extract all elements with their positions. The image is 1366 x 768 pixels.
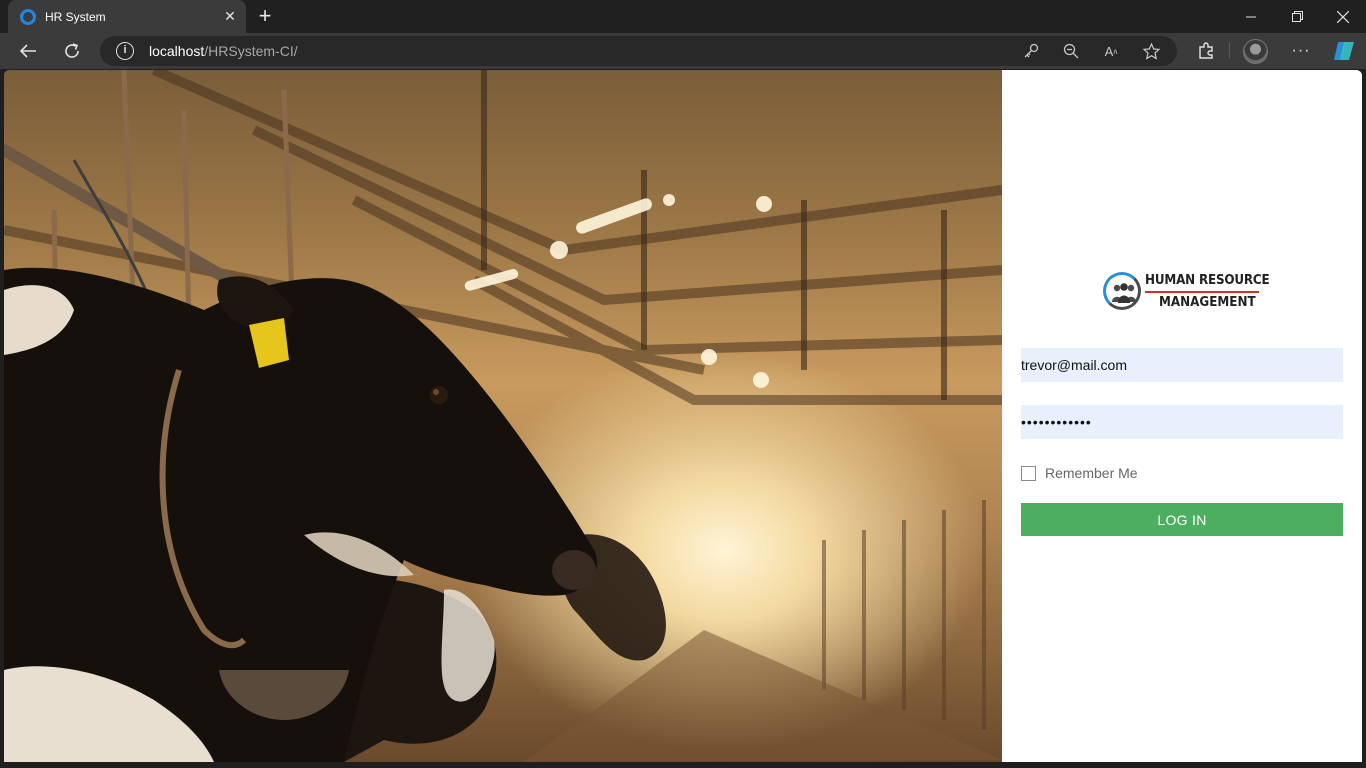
password-field[interactable]: •••••••••••• bbox=[1021, 405, 1343, 439]
page-viewport: HUMAN RESOURCE MANAGEMENT trevor@mail.co… bbox=[4, 70, 1362, 762]
url-host: localhost bbox=[149, 43, 205, 59]
browser-titlebar: HR System ✕ + bbox=[0, 0, 1366, 33]
remember-me-checkbox[interactable] bbox=[1021, 465, 1036, 481]
more-options-icon[interactable]: ··· bbox=[1286, 37, 1316, 65]
site-info-icon[interactable]: i bbox=[116, 42, 134, 60]
browser-toolbar: i localhost/HRSystem-CI/ Aʌ ··· bbox=[0, 33, 1366, 69]
tab-close-icon[interactable]: ✕ bbox=[222, 8, 238, 24]
favorite-star-icon[interactable] bbox=[1141, 41, 1161, 61]
remember-me-label[interactable]: Remember Me bbox=[1045, 465, 1138, 481]
toolbar-separator bbox=[1229, 43, 1230, 59]
login-panel: HUMAN RESOURCE MANAGEMENT trevor@mail.co… bbox=[1002, 70, 1362, 762]
read-aloud-icon[interactable]: Aʌ bbox=[1101, 41, 1121, 61]
edge-favicon-icon bbox=[20, 8, 36, 25]
extensions-icon[interactable] bbox=[1191, 37, 1221, 65]
password-value: •••••••••••• bbox=[1021, 414, 1092, 430]
url-text[interactable]: localhost/HRSystem-CI/ bbox=[149, 43, 298, 59]
barn-cow-photo bbox=[4, 70, 1002, 762]
email-value: trevor@mail.com bbox=[1021, 357, 1128, 373]
browser-tab[interactable]: HR System ✕ bbox=[8, 0, 246, 33]
copilot-icon[interactable] bbox=[1329, 37, 1359, 65]
back-icon[interactable] bbox=[13, 37, 43, 65]
email-field[interactable]: trevor@mail.com bbox=[1021, 348, 1343, 382]
people-group-icon bbox=[1112, 283, 1136, 303]
close-window-icon[interactable] bbox=[1320, 0, 1366, 33]
new-tab-icon[interactable]: + bbox=[253, 5, 277, 27]
remember-me[interactable]: Remember Me bbox=[1021, 465, 1138, 481]
tab-title: HR System bbox=[45, 9, 106, 24]
hr-logo: HUMAN RESOURCE MANAGEMENT bbox=[1103, 270, 1270, 312]
logo-title-line2: MANAGEMENT bbox=[1159, 295, 1256, 310]
login-button[interactable]: LOG IN bbox=[1021, 503, 1343, 536]
profile-avatar[interactable] bbox=[1243, 39, 1268, 64]
refresh-icon[interactable] bbox=[57, 37, 87, 65]
barn-illustration bbox=[4, 70, 1002, 762]
restore-icon[interactable] bbox=[1274, 0, 1320, 33]
logo-title-line1: HUMAN RESOURCE bbox=[1145, 273, 1270, 288]
key-icon[interactable] bbox=[1021, 41, 1041, 61]
url-path: /HRSystem-CI/ bbox=[204, 43, 298, 59]
address-bar[interactable]: i localhost/HRSystem-CI/ Aʌ bbox=[100, 36, 1177, 66]
logo-divider bbox=[1145, 291, 1259, 293]
minimize-icon[interactable] bbox=[1228, 0, 1274, 33]
zoom-out-icon[interactable] bbox=[1061, 41, 1081, 61]
window-bottom-edge bbox=[0, 762, 1366, 768]
